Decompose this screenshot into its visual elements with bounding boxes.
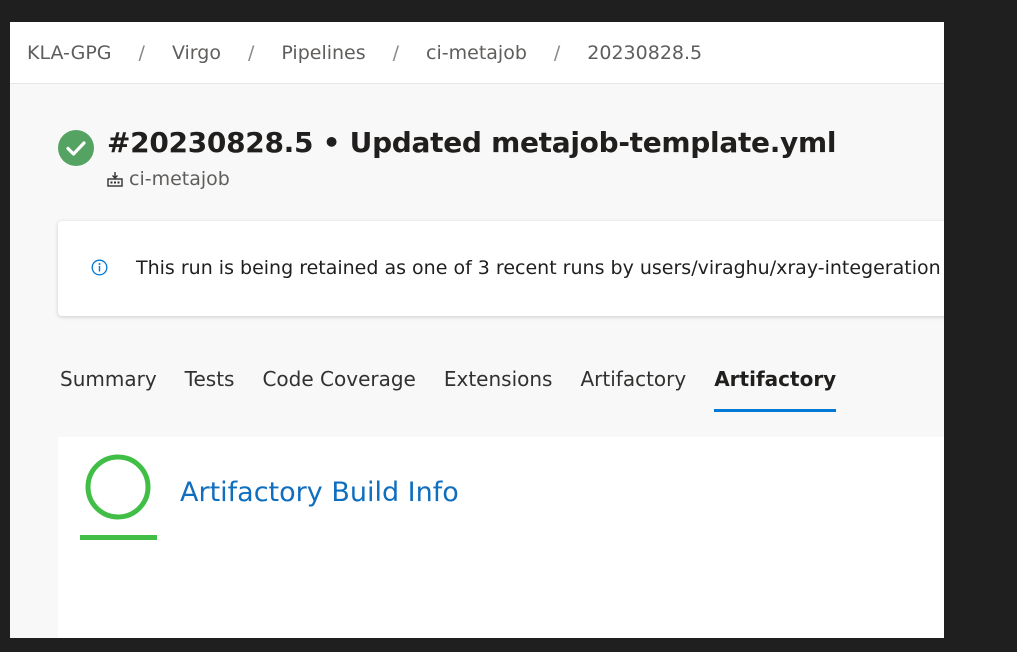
tab-artifactory-active[interactable]: Artifactory <box>714 364 837 412</box>
artifactory-build-info-link[interactable]: Artifactory Build Info <box>180 477 459 508</box>
breadcrumb: KLA-GPG / Virgo / Pipelines / ci-metajob… <box>10 22 944 84</box>
artifactory-panel: Artifactory Build Info <box>58 437 944 638</box>
retention-banner: This run is being retained as one of 3 r… <box>58 221 944 316</box>
pipeline-name-row[interactable]: ci-metajob <box>107 167 230 191</box>
tab-code-coverage[interactable]: Code Coverage <box>262 364 415 412</box>
pipeline-run-page: KLA-GPG / Virgo / Pipelines / ci-metajob… <box>10 22 944 638</box>
breadcrumb-separator: / <box>138 41 145 64</box>
artifactory-logo-icon <box>80 454 157 540</box>
pipeline-name[interactable]: ci-metajob <box>129 168 230 190</box>
breadcrumb-run[interactable]: 20230828.5 <box>587 42 702 64</box>
tab-summary[interactable]: Summary <box>60 364 157 412</box>
breadcrumb-pipeline[interactable]: ci-metajob <box>426 42 527 64</box>
info-icon <box>91 259 108 276</box>
tab-tests[interactable]: Tests <box>185 364 235 412</box>
success-check-icon <box>58 130 94 166</box>
run-tabs: Summary Tests Code Coverage Extensions A… <box>60 364 864 414</box>
breadcrumb-pipelines[interactable]: Pipelines <box>281 42 365 64</box>
breadcrumb-separator: / <box>247 41 255 64</box>
breadcrumb-separator: / <box>392 41 400 64</box>
tab-extensions[interactable]: Extensions <box>444 364 553 412</box>
breadcrumb-project[interactable]: Virgo <box>172 42 221 64</box>
banner-message: This run is being retained as one of 3 r… <box>136 257 944 279</box>
breadcrumb-organization[interactable]: KLA-GPG <box>27 42 112 64</box>
tab-artifactory[interactable]: Artifactory <box>580 364 686 412</box>
breadcrumb-separator: / <box>553 41 561 64</box>
run-title: #20230828.5 • Updated metajob-template.y… <box>107 126 837 159</box>
pipeline-icon <box>107 172 123 187</box>
